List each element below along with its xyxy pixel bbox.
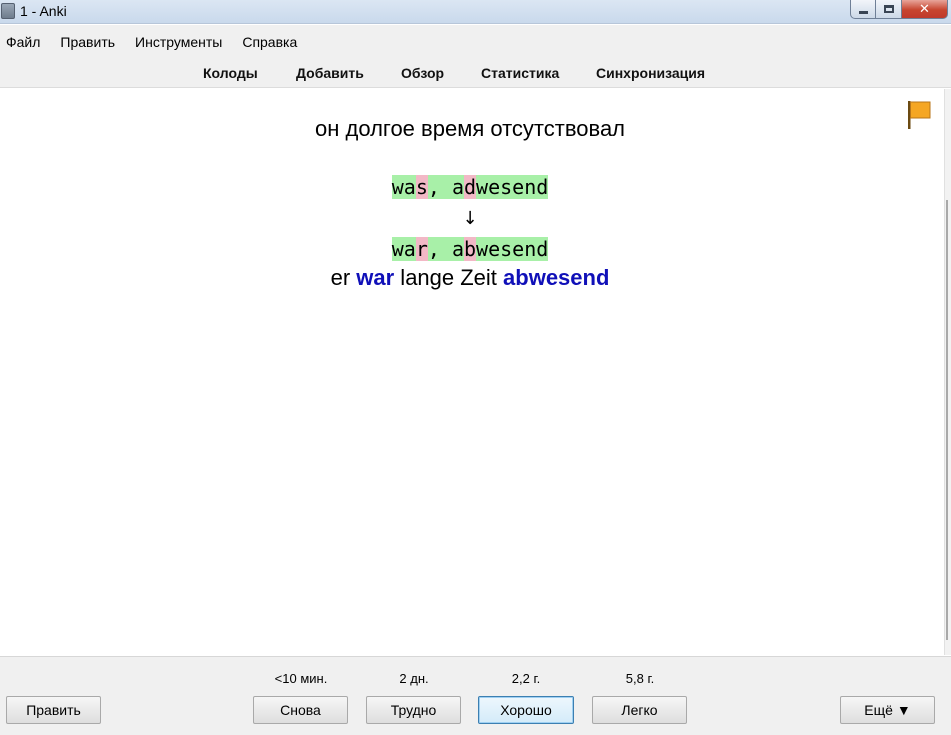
- diff-match-segment: wesend: [476, 175, 549, 199]
- good-button[interactable]: Хорошо: [478, 696, 574, 724]
- answer-text: lange Zeit: [394, 265, 504, 290]
- minimize-icon: [858, 10, 868, 14]
- diff-error-segment: s: [415, 175, 428, 199]
- interval-again: <10 мин.: [274, 671, 328, 686]
- diff-error-segment: b: [463, 237, 477, 261]
- toolbar-browse[interactable]: Обзор: [401, 65, 444, 81]
- answer-text: er: [330, 265, 357, 290]
- more-button[interactable]: Ещё ▼: [840, 696, 935, 724]
- maximize-icon: [883, 5, 894, 13]
- answer-highlighted-word: abwesend: [503, 265, 610, 290]
- title-bar[interactable]: 1 - Anki ✕: [0, 0, 951, 24]
- toolbar-decks[interactable]: Колоды: [203, 65, 258, 81]
- menu-edit[interactable]: Править: [60, 34, 115, 50]
- card-answer: er war lange Zeit abwesend: [0, 265, 940, 291]
- card-question: он долгое время отсутствовал: [314, 116, 626, 141]
- typed-answer-comparison: was, adwesend: [0, 173, 940, 201]
- easy-button[interactable]: Легко: [592, 696, 687, 724]
- correct-answer-comparison: war, abwesend: [0, 235, 940, 263]
- diff-match-segment: wa: [391, 175, 416, 199]
- diff-match-segment: wesend: [476, 237, 549, 261]
- answer-highlighted-word: war: [356, 265, 395, 290]
- hard-button[interactable]: Трудно: [366, 696, 461, 724]
- anki-app-icon: [1, 3, 15, 19]
- diff-error-segment: r: [415, 237, 428, 261]
- toolbar-sync[interactable]: Синхронизация: [596, 65, 705, 81]
- diff-match-segment: , a: [427, 237, 464, 261]
- main-toolbar: Колоды Добавить Обзор Статистика Синхрон…: [0, 58, 951, 88]
- review-bottom-bar: Править <10 мин. 2 дн. 2,2 г. 5,8 г. Сно…: [0, 656, 951, 735]
- correct-answer: war, abwesend: [391, 235, 549, 263]
- minimize-button[interactable]: [850, 0, 876, 19]
- comparison-arrow: ↓: [462, 208, 478, 229]
- again-button[interactable]: Снова: [253, 696, 348, 724]
- interval-hard: 2 дн.: [399, 671, 429, 686]
- close-icon: ✕: [919, 1, 930, 17]
- close-button[interactable]: ✕: [902, 0, 948, 19]
- toolbar-stats[interactable]: Статистика: [481, 65, 559, 81]
- maximize-button[interactable]: [876, 0, 902, 19]
- interval-good: 2,2 г.: [511, 671, 541, 686]
- toolbar-add[interactable]: Добавить: [296, 65, 364, 81]
- menu-file[interactable]: Файл: [6, 34, 40, 50]
- typed-answer: was, adwesend: [391, 173, 549, 201]
- menu-tools[interactable]: Инструменты: [135, 34, 222, 50]
- diff-match-segment: , a: [427, 175, 464, 199]
- edit-button[interactable]: Править: [6, 696, 101, 724]
- diff-error-segment: d: [463, 175, 477, 199]
- scrollbar-edge: [946, 200, 948, 640]
- menu-bar: Файл Править Инструменты Справка: [0, 25, 951, 58]
- interval-easy: 5,8 г.: [625, 671, 655, 686]
- diff-match-segment: wa: [391, 237, 416, 261]
- window-controls: ✕: [850, 0, 948, 19]
- window-title: 1 - Anki: [20, 3, 67, 19]
- menu-help[interactable]: Справка: [242, 34, 297, 50]
